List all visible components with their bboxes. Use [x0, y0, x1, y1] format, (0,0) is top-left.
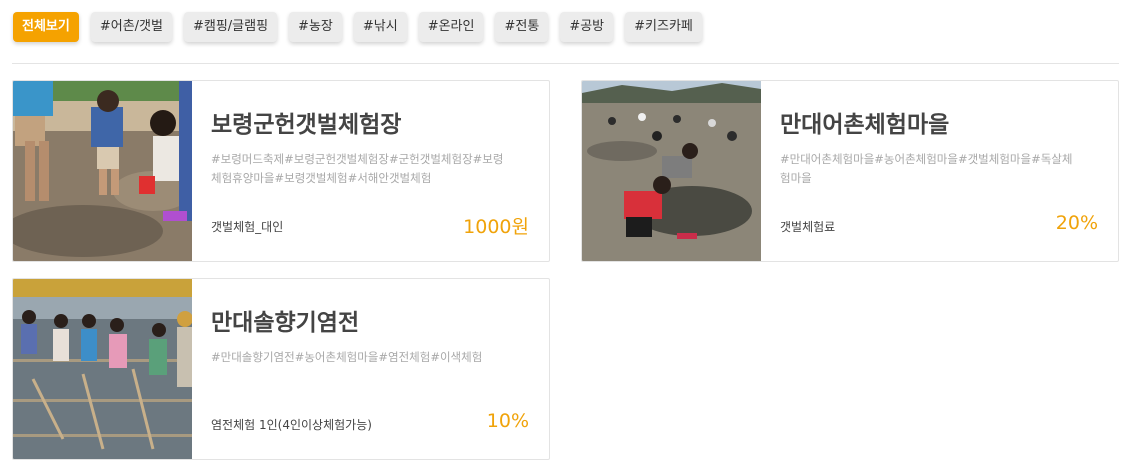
listing-title[interactable]: 만대어촌체험마을 — [780, 105, 949, 139]
filter-chip-online[interactable]: #온라인 — [418, 12, 484, 42]
listing-thumbnail[interactable] — [582, 81, 761, 261]
listing-title[interactable]: 만대솔향기염전 — [211, 303, 359, 337]
listing-price: 20% — [1055, 212, 1098, 234]
listing-title[interactable]: 보령군헌갯벌체험장 — [211, 105, 401, 139]
filter-chip-workshop[interactable]: #공방 — [560, 12, 614, 42]
filter-chip-traditional[interactable]: #전통 — [495, 12, 549, 42]
listing-card[interactable]: 보령군헌갯벌체험장 #보령머드축제#보령군헌갯벌체험장#군헌갯벌체험장#보령체험… — [12, 80, 550, 262]
listing-price: 1000원 — [463, 216, 529, 238]
filter-chip-camping-glamping[interactable]: #캠핑/글램핑 — [183, 12, 278, 42]
listing-info: 만대솔향기염전 #만대솔향기염전#농어촌체험마을#염전체험#이색체험 염전체험 … — [211, 279, 529, 459]
listing-product-name: 염전체험 1인(4인이상체험가능) — [211, 418, 372, 432]
category-filter-bar: 전체보기 #어촌/갯벌 #캠핑/글램핑 #농장 #낚시 #온라인 #전통 #공방… — [13, 12, 702, 42]
listing-price: 10% — [486, 410, 529, 432]
listing-thumbnail[interactable] — [13, 81, 192, 261]
listing-tags: #만대어촌체험마을#농어촌체험마을#갯벌체험마을#독살체험마을 — [780, 152, 1073, 185]
listing-tags: #보령머드축제#보령군헌갯벌체험장#군헌갯벌체험장#보령체험휴양마을#보령갯벌체… — [211, 152, 504, 185]
listing-info: 보령군헌갯벌체험장 #보령머드축제#보령군헌갯벌체험장#군헌갯벌체험장#보령체험… — [211, 81, 529, 261]
listing-product-name: 갯벌체험료 — [780, 220, 836, 234]
filter-chip-all[interactable]: 전체보기 — [13, 12, 79, 42]
listing-product-name: 갯벌체험_대인 — [211, 220, 284, 234]
listing-card[interactable]: 만대솔향기염전 #만대솔향기염전#농어촌체험마을#염전체험#이색체험 염전체험 … — [12, 278, 550, 460]
listing-thumbnail[interactable] — [13, 279, 192, 459]
filter-chip-farm[interactable]: #농장 — [289, 12, 342, 42]
listing-info: 만대어촌체험마을 #만대어촌체험마을#농어촌체험마을#갯벌체험마을#독살체험마을… — [780, 81, 1098, 261]
listing-card[interactable]: 만대어촌체험마을 #만대어촌체험마을#농어촌체험마을#갯벌체험마을#독살체험마을… — [581, 80, 1119, 262]
section-divider — [12, 63, 1119, 64]
filter-chip-fishing-village-mudflat[interactable]: #어촌/갯벌 — [90, 12, 172, 42]
filter-chip-kids-cafe[interactable]: #키즈카페 — [625, 12, 702, 42]
filter-chip-fishing[interactable]: #낚시 — [353, 12, 407, 42]
listing-tags: #만대솔향기염전#농어촌체험마을#염전체험#이색체험 — [211, 350, 483, 364]
